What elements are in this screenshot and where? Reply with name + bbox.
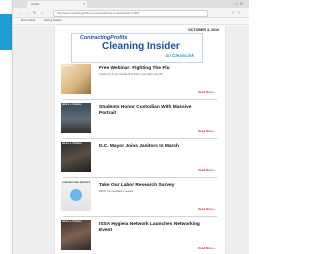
thumbnail-category: NEWS & TRENDS	[62, 104, 82, 106]
article-headline[interactable]: ISSA Hygieia Network Launches Networking…	[99, 222, 209, 233]
logo-sub-prefix: on	[165, 53, 171, 58]
article-card[interactable]: NEWS & TRENDS ISSA Hygieia Network Launc…	[61, 220, 219, 252]
read-more-link[interactable]: Read More »	[198, 129, 215, 133]
toolbar: ← → ↻ ⌂ http://www.contractingprofits.co…	[13, 8, 249, 18]
article-headline[interactable]: Free Webinar: Fighting The Flu	[99, 66, 209, 72]
article-card[interactable]: CONTRACTING PROFITS Take Our Labor Resea…	[61, 181, 219, 213]
article-card[interactable]: NEWS & TRENDS D.C. Mayor Joins Janitors …	[61, 142, 219, 174]
article-headline[interactable]: Take Our Labor Research Survey	[99, 183, 209, 189]
newsletter-date: OCTOBER 3, 2016	[188, 28, 219, 32]
browser-window: Article ✕ –□✕ ← → ↻ ⌂ http://www.contrac…	[12, 0, 249, 254]
newsletter-logo[interactable]: ContractingProfits Cleaning Insider on C…	[71, 33, 203, 63]
read-more-link[interactable]: Read More »	[198, 90, 215, 94]
home-icon[interactable]: ⌂	[41, 10, 43, 15]
newsletter: OCTOBER 3, 2016 ContractingProfits Clean…	[55, 26, 225, 254]
bookmark-getting-started[interactable]: Getting Started	[44, 19, 61, 22]
read-more-link[interactable]: Read More »	[198, 246, 215, 250]
reload-icon[interactable]: ↻	[33, 10, 36, 15]
article-thumbnail[interactable]: WEBINAR	[61, 64, 91, 94]
bookmark-most-visited[interactable]: Most Visited	[21, 19, 35, 22]
toolbar-icons[interactable]: ☆≡	[231, 10, 243, 15]
article-thumbnail[interactable]: CONTRACTING PROFITS	[61, 181, 91, 211]
divider	[63, 216, 217, 217]
window-controls[interactable]: –□✕	[231, 1, 245, 6]
article-card[interactable]: NEWS & TRENDS Students Honor Custodian W…	[61, 103, 219, 135]
article-headline[interactable]: Students Honor Custodian With Massive Po…	[99, 105, 209, 116]
logo-subline: on CleanLink	[166, 53, 194, 58]
thumbnail-category: WEBINAR	[62, 65, 74, 67]
article-card[interactable]: WEBINAR Free Webinar: Fighting The Flu O…	[61, 64, 219, 96]
article-thumbnail[interactable]: NEWS & TRENDS	[61, 142, 91, 172]
logo-title: Cleaning Insider	[102, 41, 180, 52]
article-teaser: October 13, 11 am Central. How flush in …	[99, 73, 164, 76]
article-thumbnail[interactable]: NEWS & TRENDS	[61, 103, 91, 133]
article-headline[interactable]: D.C. Mayor Joins Janitors In March	[99, 144, 209, 150]
divider	[63, 138, 217, 139]
close-icon[interactable]: ✕	[82, 1, 85, 8]
page-viewport: OCTOBER 3, 2016 ContractingProfits Clean…	[13, 26, 249, 254]
thumbnail-category: CONTRACTING PROFITS	[62, 182, 91, 184]
logo-sub-brand: CleanLink	[172, 53, 194, 58]
read-more-link[interactable]: Read More »	[198, 207, 215, 211]
thumbnail-category: NEWS & TRENDS	[62, 143, 82, 145]
back-icon[interactable]: ←	[17, 10, 21, 15]
thumbnail-category: NEWS & TRENDS	[62, 221, 82, 223]
article-teaser: BSCS: Your feedback is needed.	[99, 190, 134, 193]
address-bar[interactable]: http://www.contractingprofits.com/news/c…	[53, 10, 208, 17]
tab-title: Article	[31, 2, 40, 6]
read-more-link[interactable]: Read More »	[198, 168, 215, 172]
masthead: OCTOBER 3, 2016 ContractingProfits Clean…	[55, 26, 225, 66]
tab-bar: Article ✕ –□✕	[13, 0, 249, 8]
bookmarks-bar: Most Visited Getting Started	[13, 18, 249, 25]
article-thumbnail[interactable]: NEWS & TRENDS	[61, 220, 91, 250]
url-text: http://www.contractingprofits.com/news/c…	[57, 12, 140, 15]
divider	[63, 99, 217, 100]
forward-icon[interactable]: →	[25, 10, 29, 15]
browser-tab[interactable]: Article ✕	[27, 1, 87, 8]
survey-bubble-icon	[70, 189, 82, 201]
divider	[63, 177, 217, 178]
